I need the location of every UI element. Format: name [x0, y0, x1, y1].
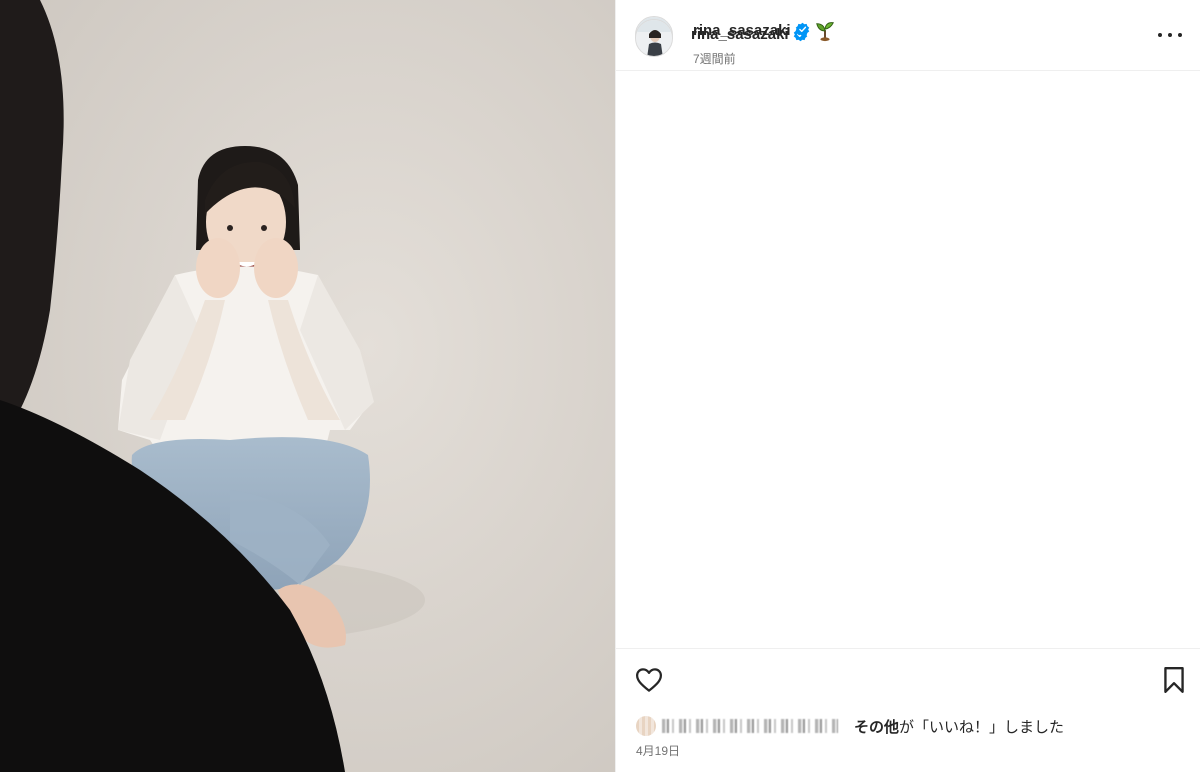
others-link[interactable]: その他: [854, 716, 899, 737]
bookmark-outline-icon[interactable]: [1161, 665, 1187, 695]
caption-username[interactable]: rina_sasazaki: [693, 22, 791, 39]
verified-badge-icon: [795, 22, 810, 37]
post-actions: その他 が「いいね！」しました 4月19日: [616, 648, 1200, 772]
seedling-emoji-icon: [816, 22, 834, 42]
caption-timestamp[interactable]: 7週間前: [693, 50, 736, 67]
heart-outline-icon[interactable]: [634, 665, 664, 695]
blurred-liker-names: [662, 719, 838, 733]
post-side-panel: rina_sasazaki rina_sasazaki 7週間前 その他 が「い…: [615, 0, 1200, 772]
more-horizontal-icon: [1158, 33, 1162, 37]
liked-by-summary: その他 が「いいね！」しました: [636, 714, 1064, 738]
photo-illustration: [0, 0, 615, 772]
post-date[interactable]: 4月19日: [636, 742, 680, 759]
post-photo[interactable]: [0, 0, 615, 772]
more-options-button[interactable]: [1158, 25, 1182, 45]
caption-author-avatar[interactable]: [635, 19, 673, 57]
liker-avatar[interactable]: [636, 716, 656, 736]
liked-suffix: が「いいね！」しました: [899, 718, 1065, 736]
